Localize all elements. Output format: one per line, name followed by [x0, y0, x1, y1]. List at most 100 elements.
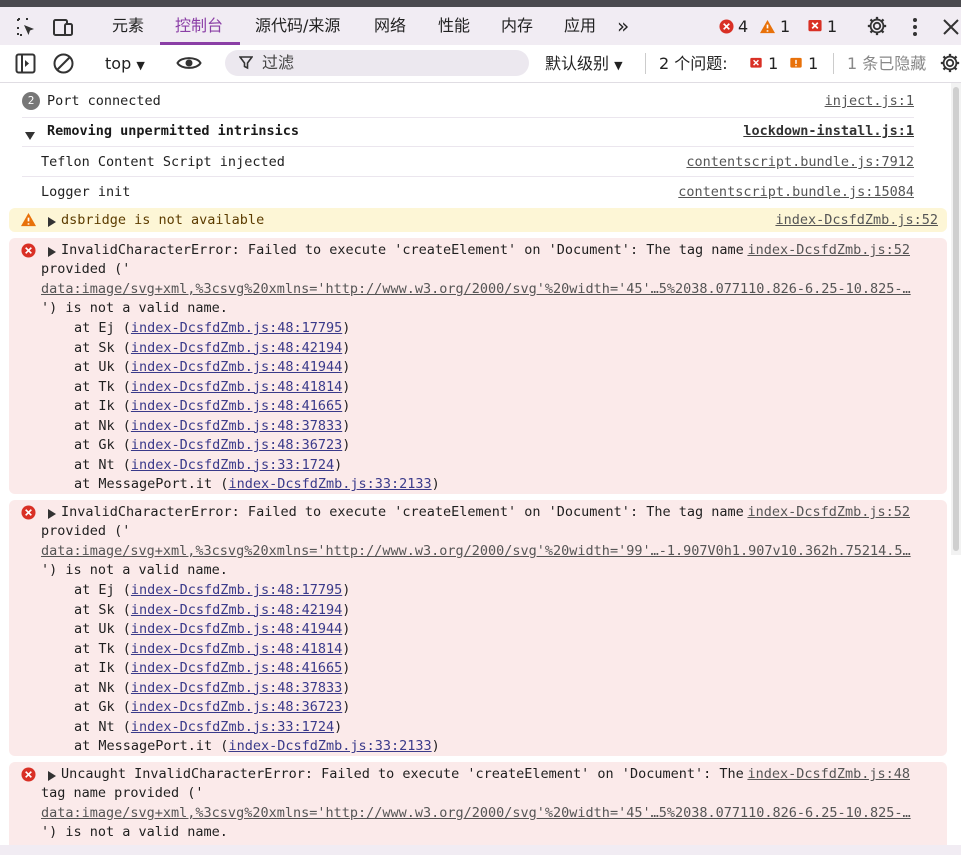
stack-frame-link[interactable]: index-DcsfdZmb.js:48:42194 — [131, 340, 342, 356]
device-toolbar-icon[interactable] — [52, 16, 74, 38]
error-text-line: provided (' — [41, 523, 131, 539]
tab-console[interactable]: 控制台 — [175, 7, 223, 45]
window-top-edge — [0, 0, 961, 7]
console-error-message: Uncaught InvalidCharacterError: Failed t… — [9, 762, 947, 855]
expand-caret-icon[interactable] — [48, 245, 56, 261]
stack-frame-link[interactable]: index-DcsfdZmb.js:48:41665 — [131, 660, 342, 676]
console-group-header[interactable]: Removing unpermitted intrinsics lockdown… — [22, 121, 914, 143]
log-level-selector[interactable]: 默认级别 ▼ — [545, 45, 623, 82]
message-text: Port connected — [47, 93, 161, 109]
stack-frame-link[interactable]: index-DcsfdZmb.js:33:1724 — [131, 457, 334, 473]
settings-gear-icon[interactable] — [866, 15, 888, 37]
stack-frame-link[interactable]: index-DcsfdZmb.js:48:41944 — [131, 621, 342, 637]
filter-input[interactable]: 过滤 — [225, 50, 529, 76]
expand-caret-icon[interactable] — [25, 128, 35, 144]
stack-frame-link[interactable]: index-DcsfdZmb.js:33:1724 — [131, 719, 334, 735]
context-selector[interactable]: top ▼ — [105, 45, 145, 82]
stack-frame-function: at Nt ( — [74, 718, 131, 735]
data-url-link[interactable]: data:image/svg+xml,%3csvg%20xmlns='http:… — [41, 805, 911, 821]
console-settings-gear-icon[interactable] — [939, 52, 961, 74]
live-expression-eye-icon[interactable] — [176, 54, 202, 72]
dropdown-arrow-icon: ▼ — [136, 59, 145, 72]
stack-frame-function: at Ej ( — [74, 582, 131, 598]
stack-frame-link[interactable]: index-DcsfdZmb.js:48:41665 — [131, 398, 342, 414]
context-label: top — [105, 54, 132, 73]
stack-frame: at Uk (index-DcsfdZmb.js:48:41944) — [74, 621, 350, 637]
stack-frame-function: at Tk ( — [74, 378, 131, 395]
more-tabs-icon[interactable]: » — [617, 7, 629, 45]
stack-frame-close-paren: ) — [342, 378, 351, 395]
stack-frame-close-paren: ) — [342, 679, 351, 696]
issues-warning-button[interactable]: 1 — [789, 45, 818, 82]
more-options-icon[interactable] — [904, 16, 926, 38]
expand-caret-icon[interactable] — [48, 215, 56, 231]
message-source-link[interactable]: index-DcsfdZmb.js:52 — [747, 504, 910, 520]
message-source-link[interactable]: contentscript.bundle.js:7912 — [686, 154, 914, 170]
data-url-link[interactable]: data:image/svg+xml,%3csvg%20xmlns='http:… — [41, 543, 911, 559]
expand-caret-icon[interactable] — [48, 769, 56, 785]
warning-icon — [21, 212, 36, 227]
issue-error-icon — [750, 57, 762, 68]
message-text: Teflon Content Script injected — [41, 154, 285, 170]
error-icon — [21, 505, 36, 520]
tab-performance[interactable]: 性能 — [438, 7, 470, 45]
error-text-line: tag name provided (' — [41, 785, 204, 801]
message-source-link[interactable]: contentscript.bundle.js:15084 — [678, 184, 914, 200]
stack-frame: at Ej (index-DcsfdZmb.js:48:17795) — [74, 320, 350, 336]
message-source-link[interactable]: index-DcsfdZmb.js:52 — [775, 212, 938, 228]
sidebar-toggle-icon[interactable] — [15, 53, 36, 74]
message-source-link[interactable]: index-DcsfdZmb.js:48 — [747, 766, 910, 782]
stack-frame-link[interactable]: index-DcsfdZmb.js:48:36723 — [131, 437, 342, 453]
error-icon — [719, 19, 734, 34]
warning-count-badge[interactable]: 1 — [759, 17, 790, 37]
issues-error-count: 1 — [768, 54, 779, 73]
toolbar-divider — [645, 53, 646, 74]
row-divider — [22, 117, 914, 118]
issues-count-badge[interactable]: 1 — [807, 17, 837, 37]
stack-frame-function: at MessagePort.it ( — [74, 738, 229, 754]
stack-frame-function: at Gk ( — [74, 699, 131, 715]
stack-frame-link[interactable]: index-DcsfdZmb.js:48:41944 — [131, 359, 342, 375]
stack-frame-close-paren: ) — [342, 417, 351, 434]
stack-frame-close-paren: ) — [342, 660, 351, 676]
error-text-line: Uncaught InvalidCharacterError: Failed t… — [61, 766, 744, 782]
clear-console-icon[interactable] — [52, 52, 75, 75]
message-text: Removing unpermitted intrinsics — [47, 123, 299, 139]
stack-frame: at Nk (index-DcsfdZmb.js:48:37833) — [74, 680, 350, 696]
error-text-line: provided (' — [41, 261, 131, 277]
stack-frame-link[interactable]: index-DcsfdZmb.js:33:2133 — [228, 738, 431, 754]
stack-frame-link[interactable]: index-DcsfdZmb.js:48:17795 — [131, 582, 342, 598]
scrollbar-thumb[interactable] — [953, 87, 959, 551]
tab-sources[interactable]: 源代码/来源 — [255, 7, 340, 45]
tab-application[interactable]: 应用 — [564, 7, 596, 45]
expand-caret-icon[interactable] — [48, 507, 56, 523]
message-source-link[interactable]: index-DcsfdZmb.js:52 — [747, 242, 910, 258]
message-source-link[interactable]: lockdown-install.js:1 — [743, 123, 914, 139]
stack-frame: at Nt (index-DcsfdZmb.js:33:1724) — [74, 719, 342, 735]
stack-frame-link[interactable]: index-DcsfdZmb.js:48:41814 — [131, 379, 342, 395]
stack-frame: at Tk (index-DcsfdZmb.js:48:41814) — [74, 379, 350, 395]
stack-frame-link[interactable]: index-DcsfdZmb.js:48:42194 — [131, 602, 342, 618]
message-source-link[interactable]: inject.js:1 — [825, 93, 914, 109]
stack-frame-close-paren: ) — [334, 456, 343, 473]
stack-frame-link[interactable]: index-DcsfdZmb.js:48:17795 — [131, 320, 342, 336]
console-message: Logger init contentscript.bundle.js:1508… — [22, 182, 914, 202]
stack-frame-link[interactable]: index-DcsfdZmb.js:48:37833 — [131, 418, 342, 434]
stack-frame-link[interactable]: index-DcsfdZmb.js:48:37833 — [131, 680, 342, 696]
tab-memory[interactable]: 内存 — [501, 7, 533, 45]
stack-frame: at Ik (index-DcsfdZmb.js:48:41665) — [74, 660, 350, 676]
row-divider — [22, 146, 914, 147]
console-scrollbar[interactable] — [951, 83, 961, 555]
stack-frame-link[interactable]: index-DcsfdZmb.js:48:41814 — [131, 641, 342, 657]
error-count-badge[interactable]: 4 — [719, 17, 748, 37]
stack-frame-link[interactable]: index-DcsfdZmb.js:48:36723 — [131, 699, 342, 715]
issues-error-button[interactable]: 1 — [749, 45, 778, 82]
tab-elements[interactable]: 元素 — [112, 7, 144, 45]
stack-frame-link[interactable]: index-DcsfdZmb.js:33:2133 — [228, 476, 431, 492]
data-url-link[interactable]: data:image/svg+xml,%3csvg%20xmlns='http:… — [41, 281, 911, 297]
stack-frame: at MessagePort.it (index-DcsfdZmb.js:33:… — [74, 476, 440, 492]
tab-network[interactable]: 网络 — [374, 7, 406, 45]
close-devtools-icon[interactable] — [940, 16, 961, 38]
inspect-element-icon[interactable] — [15, 16, 37, 38]
stack-frame-close-paren: ) — [334, 718, 343, 735]
